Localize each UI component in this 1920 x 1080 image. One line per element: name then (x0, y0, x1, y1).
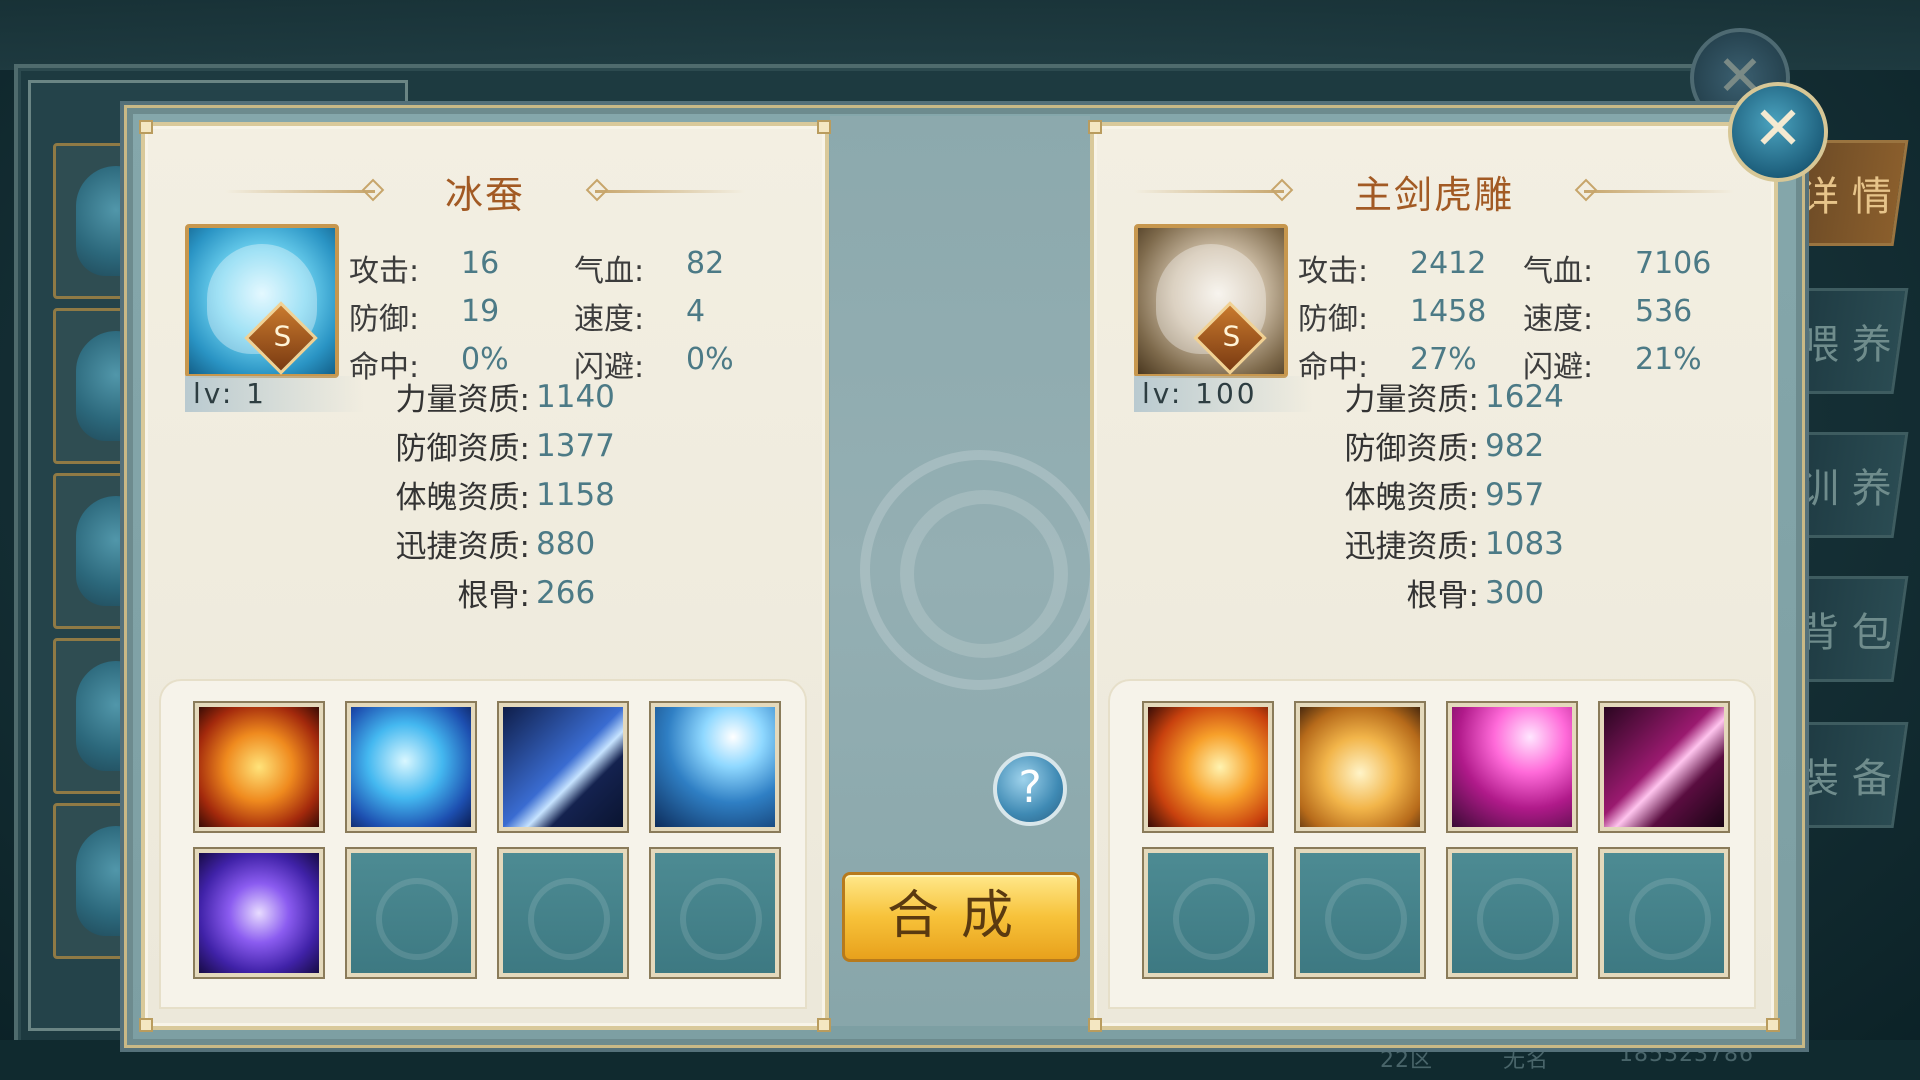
stat-value: 0% (686, 342, 734, 377)
stat-value: 21% (1635, 342, 1702, 377)
aptitude-value: 300 (1485, 574, 1545, 611)
stat-label: 气血: (574, 254, 645, 289)
skills-panel (1108, 679, 1756, 1009)
claw-slash-skill-icon[interactable] (499, 703, 627, 831)
stat-label: 速度: (574, 302, 645, 337)
empty-skill-slot (347, 849, 475, 977)
pet-level: lv: 100 (1134, 376, 1312, 412)
aptitude-label: 迅捷资质: (1344, 529, 1479, 565)
aptitude-label: 防御资质: (395, 431, 530, 467)
aptitude-label: 根骨: (1406, 578, 1479, 614)
ornament-icon (585, 178, 745, 201)
stat-value: 19 (461, 294, 500, 329)
aptitude-value: 1083 (1485, 525, 1564, 562)
aptitude-value: 982 (1485, 427, 1545, 464)
ornament-icon (224, 178, 385, 201)
aptitude-label: 体魄资质: (395, 480, 530, 516)
pink-claw-skill-icon[interactable] (1600, 703, 1728, 831)
right-pet-card: 主剑虎雕 S lv: 100 攻击: 2412 气血: 7106 防御: 1458 速… (1088, 120, 1780, 1032)
pet-name-row: 主剑虎雕 (1094, 166, 1774, 217)
aptitude-label: 迅捷资质: (395, 529, 530, 565)
fire-orb-skill-icon[interactable] (195, 703, 323, 831)
help-button[interactable]: ? (993, 752, 1067, 826)
lightning-skill-icon[interactable] (651, 703, 779, 831)
stat-value: 1458 (1410, 294, 1487, 329)
ornament-icon (1574, 178, 1734, 201)
pet-name: 主剑虎雕 (1353, 172, 1514, 217)
stat-value: 7106 (1635, 246, 1712, 281)
empty-skill-slot (1144, 849, 1272, 977)
pet-level: lv: 1 (185, 376, 363, 412)
player-id: 185323786 (1619, 1042, 1754, 1067)
pet-aptitudes: 力量资质: 1624 防御资质: 982 体魄资质: 957 迅捷资质: 1083 根骨… (1294, 372, 1564, 617)
pet-aptitudes: 力量资质: 1140 防御资质: 1377 体魄资质: 1158 迅捷资质: 880 根… (345, 372, 615, 617)
server-label: 22区 (1380, 1048, 1433, 1073)
stat-label: 防御: (349, 302, 420, 337)
left-pet-card: 冰蚕 S lv: 1 攻击: 16 气血: 82 防御: 19 速度: 4 命中: 0% … (139, 120, 831, 1032)
aptitude-value: 266 (536, 574, 596, 611)
stat-value: 16 (461, 246, 500, 281)
player-name: 无名 (1503, 1048, 1550, 1073)
aptitude-label: 根骨: (457, 578, 530, 614)
stat-label: 气血: (1523, 254, 1594, 289)
empty-skill-slot (499, 849, 627, 977)
pet-name-row: 冰蚕 (145, 166, 825, 217)
pet-stats: 攻击: 2412 气血: 7106 防御: 1458 速度: 536 命中: 27% 闪避… (1298, 244, 1748, 388)
pet-stats: 攻击: 16 气血: 82 防御: 19 速度: 4 命中: 0% 闪避: 0% (349, 244, 799, 388)
aptitude-value: 1624 (1485, 378, 1564, 415)
aptitude-value: 1377 (536, 427, 615, 464)
stat-value: 82 (686, 246, 725, 281)
aptitude-label: 体魄资质: (1344, 480, 1479, 516)
aptitude-value: 957 (1485, 476, 1545, 513)
aptitude-value: 1140 (536, 378, 615, 415)
compose-button[interactable]: 合成 (842, 872, 1080, 962)
golden-tiger-skill-icon[interactable] (1296, 703, 1424, 831)
frost-beast-skill-icon[interactable] (347, 703, 475, 831)
close-button[interactable]: ✕ (1728, 82, 1828, 182)
ornament-icon (1133, 178, 1294, 201)
stat-label: 防御: (1298, 302, 1369, 337)
stat-value: 2412 (1410, 246, 1487, 281)
stat-value: 4 (686, 294, 706, 329)
empty-skill-slot (651, 849, 779, 977)
vortex-skill-icon[interactable] (195, 849, 323, 977)
skills-panel (159, 679, 807, 1009)
stat-label: 攻击: (349, 254, 420, 289)
empty-skill-slot (1448, 849, 1576, 977)
aptitude-label: 力量资质: (1344, 382, 1479, 418)
empty-skill-slot (1600, 849, 1728, 977)
phoenix-skill-icon[interactable] (1144, 703, 1272, 831)
pet-name: 冰蚕 (444, 172, 525, 217)
dragon-emblem (860, 450, 1100, 690)
stat-label: 速度: (1523, 302, 1594, 337)
aptitude-label: 力量资质: (395, 382, 530, 418)
aptitude-label: 防御资质: (1344, 431, 1479, 467)
aptitude-value: 880 (536, 525, 596, 562)
player-info: 22区 无名 185323786 (1380, 1042, 1754, 1074)
stat-value: 536 (1635, 294, 1693, 329)
stat-label: 攻击: (1298, 254, 1369, 289)
top-blurred-bar (0, 0, 1920, 70)
empty-skill-slot (1296, 849, 1424, 977)
pink-lightning-skill-icon[interactable] (1448, 703, 1576, 831)
aptitude-value: 1158 (536, 476, 615, 513)
